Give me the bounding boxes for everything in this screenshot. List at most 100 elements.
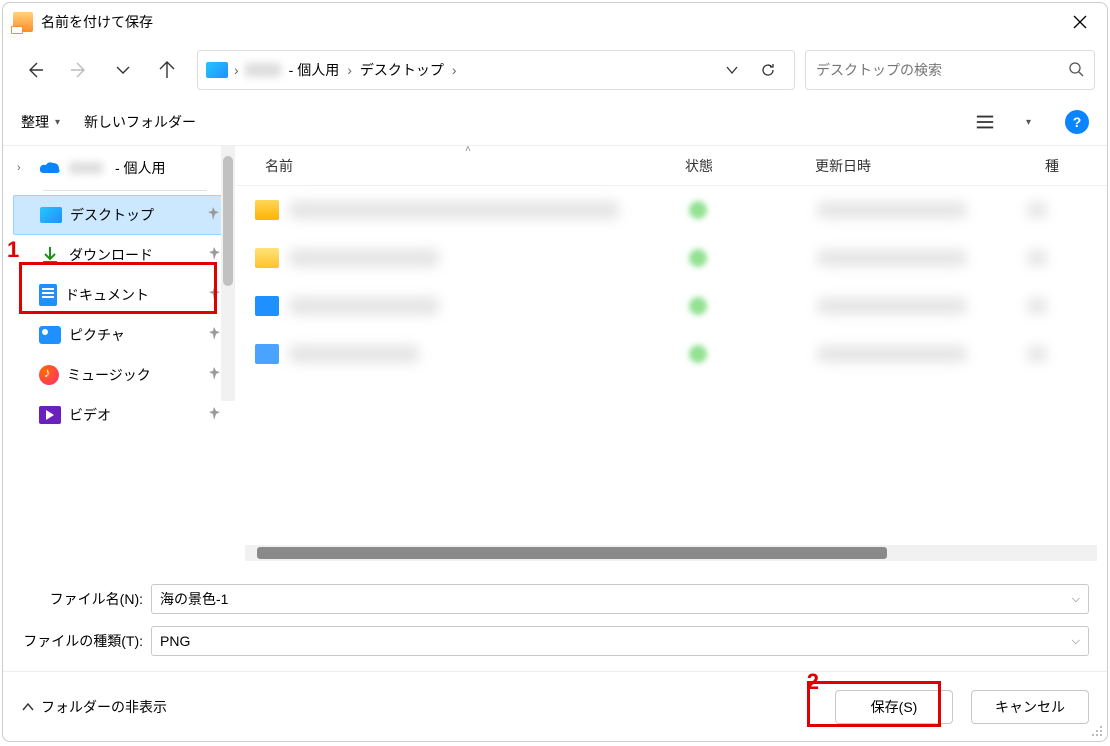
- forward-button[interactable]: [59, 50, 99, 90]
- chevron-down-icon[interactable]: ▾: [1026, 117, 1031, 128]
- refresh-button[interactable]: [750, 52, 786, 88]
- filetype-label: ファイルの種類(T):: [21, 631, 151, 651]
- column-status[interactable]: 状態: [685, 156, 815, 176]
- close-button[interactable]: [1057, 6, 1103, 38]
- breadcrumb-sep-icon: ›: [452, 62, 457, 78]
- folder-icon: [255, 248, 279, 268]
- arrow-up-icon: [158, 61, 176, 79]
- filename-area: ファイル名(N): 海の景色-1 ⌵ ファイルの種類(T): PNG ⌵: [3, 571, 1107, 671]
- column-kind[interactable]: 種: [1045, 156, 1107, 176]
- breadcrumb-sep-icon: ›: [347, 62, 352, 78]
- sidebar-item-music[interactable]: ミュージック: [13, 355, 227, 395]
- folder-icon: [255, 200, 279, 220]
- pin-icon: [208, 327, 221, 343]
- filetype-field[interactable]: PNG ⌵: [151, 626, 1089, 656]
- new-folder-button[interactable]: 新しいフォルダー: [84, 112, 196, 132]
- file-row[interactable]: [235, 234, 1107, 282]
- download-icon: [39, 244, 61, 266]
- filename-field[interactable]: 海の景色-1 ⌵: [151, 584, 1089, 614]
- sidebar-item-videos[interactable]: ビデオ: [13, 395, 227, 435]
- folder-icon: [206, 62, 228, 78]
- list-view-icon: [975, 113, 995, 131]
- cancel-button[interactable]: キャンセル: [971, 690, 1089, 724]
- address-bar[interactable]: › - 個人用 › デスクトップ ›: [197, 50, 795, 90]
- file-icon: [255, 344, 279, 364]
- new-folder-label: 新しいフォルダー: [84, 112, 196, 132]
- save-button[interactable]: 保存(S): [835, 690, 953, 724]
- sidebar-scrollbar[interactable]: [221, 146, 235, 401]
- sidebar-item-label: ダウンロード: [69, 245, 200, 265]
- sidebar-item-onedrive[interactable]: › - 個人用: [13, 150, 227, 186]
- column-name[interactable]: 名前: [265, 156, 685, 176]
- breadcrumb-sep-icon: ›: [234, 62, 239, 78]
- address-history-button[interactable]: [714, 52, 750, 88]
- file-row[interactable]: [235, 186, 1107, 234]
- chevron-down-icon[interactable]: ⌵: [1072, 635, 1080, 648]
- hide-folders-toggle[interactable]: フォルダーの非表示: [21, 697, 167, 717]
- search-icon: [1068, 61, 1084, 80]
- cancel-label: キャンセル: [995, 697, 1065, 717]
- picture-icon: [39, 326, 61, 344]
- chevron-up-icon: [21, 700, 35, 714]
- help-button[interactable]: ?: [1065, 110, 1089, 134]
- refresh-icon: [760, 62, 776, 78]
- titlebar: 名前を付けて保存: [3, 3, 1107, 41]
- onedrive-icon: [39, 157, 61, 179]
- search-input[interactable]: [816, 62, 1068, 78]
- chevron-down-icon: ▾: [55, 117, 60, 128]
- save-label: 保存(S): [871, 697, 918, 717]
- organize-menu[interactable]: 整理 ▾: [21, 112, 60, 132]
- file-icon: [255, 296, 279, 316]
- sidebar-item-label: ピクチャ: [69, 325, 200, 345]
- hide-folders-label: フォルダーの非表示: [41, 697, 167, 717]
- sidebar-item-desktop[interactable]: デスクトップ: [13, 195, 227, 235]
- sidebar-item-label: ビデオ: [69, 405, 200, 425]
- horizontal-scrollbar[interactable]: [245, 545, 1097, 561]
- breadcrumb-desktop[interactable]: デスクトップ: [358, 60, 446, 80]
- status-icon: [689, 249, 707, 267]
- sidebar: › - 個人用 デスクトップ ダウンロード: [3, 146, 235, 571]
- pin-icon: [208, 287, 221, 303]
- status-icon: [689, 345, 707, 363]
- sidebar-divider: [43, 190, 207, 191]
- chevron-down-icon: [724, 62, 740, 78]
- organize-label: 整理: [21, 112, 49, 132]
- sidebar-item-downloads[interactable]: ダウンロード: [13, 235, 227, 275]
- search-box[interactable]: [805, 50, 1095, 90]
- recent-dropdown[interactable]: [103, 50, 143, 90]
- file-pane: ˄ 名前 状態 更新日時 種: [235, 146, 1107, 571]
- resize-grip[interactable]: [1089, 723, 1103, 737]
- video-icon: [39, 406, 61, 424]
- chevron-right-icon: ›: [17, 162, 31, 174]
- music-icon: [39, 365, 59, 385]
- pin-icon: [207, 207, 220, 223]
- breadcrumb-user[interactable]: [245, 63, 281, 77]
- annotation-number-1: 1: [7, 237, 19, 263]
- chevron-down-icon[interactable]: ⌵: [1072, 593, 1080, 606]
- sidebar-item-documents[interactable]: ドキュメント: [13, 275, 227, 315]
- filetype-value: PNG: [160, 633, 190, 649]
- arrow-left-icon: [26, 61, 44, 79]
- document-icon: [39, 284, 57, 306]
- arrow-right-icon: [70, 61, 88, 79]
- filename-value: 海の景色-1: [160, 589, 228, 609]
- status-icon: [689, 297, 707, 315]
- pin-icon: [208, 247, 221, 263]
- back-button[interactable]: [15, 50, 55, 90]
- view-options-button[interactable]: [968, 107, 1002, 137]
- desktop-icon: [40, 207, 62, 223]
- file-row[interactable]: [235, 330, 1107, 378]
- sidebar-user-blur: [69, 162, 103, 174]
- app-icon: [13, 12, 33, 32]
- sidebar-item-pictures[interactable]: ピクチャ: [13, 315, 227, 355]
- bottom-bar: フォルダーの非表示 保存(S) キャンセル: [3, 671, 1107, 741]
- toolbar: 整理 ▾ 新しいフォルダー ▾ ?: [3, 99, 1107, 145]
- file-row[interactable]: [235, 282, 1107, 330]
- sidebar-item-label: デスクトップ: [70, 205, 199, 225]
- breadcrumb-user-suffix[interactable]: - 個人用: [287, 60, 342, 80]
- annotation-number-2: 2: [807, 669, 819, 695]
- column-headers[interactable]: ˄ 名前 状態 更新日時 種: [235, 146, 1107, 186]
- sort-asc-icon: ˄: [465, 145, 471, 155]
- up-button[interactable]: [147, 50, 187, 90]
- column-date[interactable]: 更新日時: [815, 156, 1045, 176]
